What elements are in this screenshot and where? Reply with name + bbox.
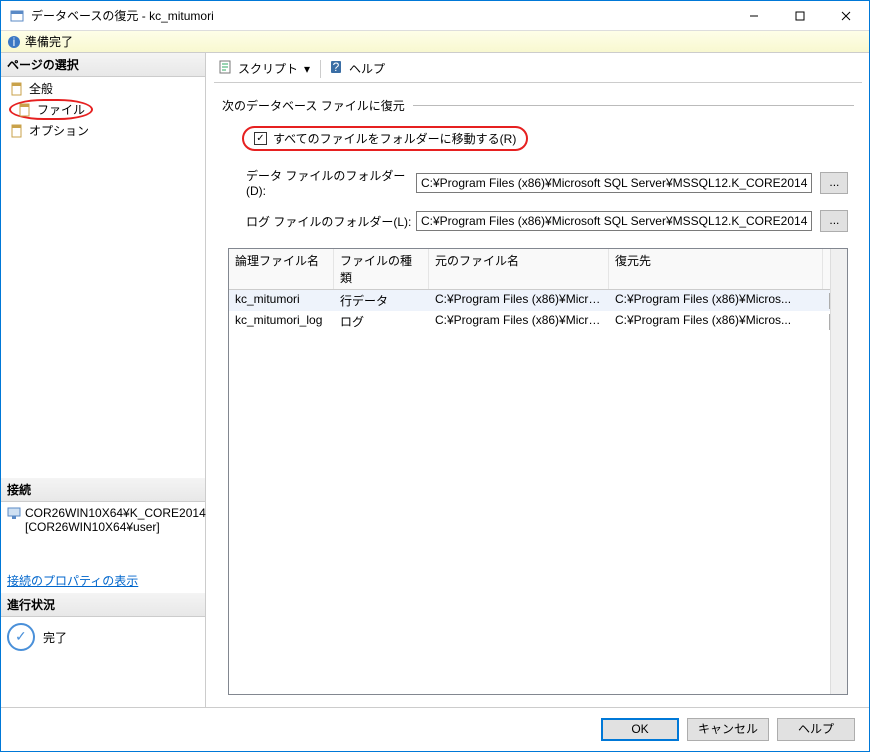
sidebar-item-label: 全般 [29,80,53,97]
sidebar-item-file[interactable]: ファイル [5,98,201,121]
window-title: データベースの復元 - kc_mitumori [31,7,731,24]
cell-type: ログ [334,311,429,332]
data-folder-browse-button[interactable]: ... [820,172,848,194]
content-pane: スクリプト ▾ ? ヘルプ 次のデータベース ファイルに復元 ✓ [206,53,870,707]
log-folder-row: ログ ファイルのフォルダー(L): C:¥Program Files (x86)… [246,210,848,232]
svg-text:i: i [13,35,16,49]
sidebar-item-label: ファイル [37,101,85,118]
chevron-down-icon: ▾ [304,62,310,76]
connection-info: COR26WIN10X64¥K_CORE2014 [COR26WIN10X64¥… [1,502,205,538]
page-select-header: ページの選択 [1,53,205,77]
page-icon [17,102,33,118]
connection-properties-link[interactable]: 接続のプロパティの表示 [1,568,205,593]
cell-logical: kc_mitumori_log [229,311,334,332]
highlight-oval: ファイル [9,99,93,120]
data-folder-label: データ ファイルのフォルダー(D): [246,167,416,198]
titlebar: データベースの復元 - kc_mitumori [1,1,869,31]
log-folder-browse-button[interactable]: ... [820,210,848,232]
sidebar: ページの選択 全般 ファイル オプション [1,53,206,707]
info-icon: i [7,35,21,49]
status-bar: i 準備完了 [1,31,869,53]
app-icon [9,8,25,24]
restore-files-title: 次のデータベース ファイルに復元 [222,97,405,114]
col-original[interactable]: 元のファイル名 [429,249,609,289]
col-restore-as[interactable]: 復元先 [609,249,823,289]
window: データベースの復元 - kc_mitumori i 準備完了 ページの選択 全般 [0,0,870,752]
grid-header: 論理ファイル名 ファイルの種類 元のファイル名 復元先 [229,249,847,290]
minimize-button[interactable] [731,1,777,30]
script-label: スクリプト [238,60,298,77]
cancel-button[interactable]: キャンセル [687,718,769,741]
toolbar: スクリプト ▾ ? ヘルプ [214,57,862,83]
grid-body: kc_mitumori 行データ C:¥Program Files (x86)¥… [229,290,847,694]
connection-server: COR26WIN10X64¥K_CORE2014 [25,506,206,520]
script-dropdown[interactable]: スクリプト ▾ [214,57,314,80]
server-icon [7,506,21,523]
nav-list: 全般 ファイル オプション [1,77,205,142]
log-folder-label: ログ ファイルのフォルダー(L): [246,213,416,230]
status-text: 準備完了 [25,33,73,50]
dialog-buttons: OK キャンセル ヘルプ [1,707,869,751]
sidebar-item-general[interactable]: 全般 [5,79,201,98]
cell-original: C:¥Program Files (x86)¥Micros... [429,311,609,332]
cell-restore-as[interactable]: C:¥Program Files (x86)¥Micros... [609,290,823,311]
help-label: ヘルプ [349,60,385,77]
restore-files-group: 次のデータベース ファイルに復元 [222,97,854,114]
svg-text:?: ? [333,60,340,74]
col-type[interactable]: ファイルの種類 [334,249,429,289]
data-folder-input[interactable]: C:¥Program Files (x86)¥Microsoft SQL Ser… [416,173,812,193]
sidebar-item-options[interactable]: オプション [5,121,201,140]
progress-body: 完了 [1,617,205,657]
move-all-checkbox[interactable]: ✓ [254,132,267,145]
vertical-scrollbar[interactable] [830,249,847,694]
cell-type: 行データ [334,290,429,311]
divider [413,105,855,106]
progress-header: 進行状況 [1,593,205,617]
help-button[interactable]: ヘルプ [777,718,855,741]
log-folder-input[interactable]: C:¥Program Files (x86)¥Microsoft SQL Ser… [416,211,812,231]
move-all-label: すべてのファイルをフォルダーに移動する(R) [273,130,516,147]
maximize-button[interactable] [777,1,823,30]
connection-header: 接続 [1,478,205,502]
page-icon [9,81,25,97]
connection-user: [COR26WIN10X64¥user] [25,520,206,534]
toolbar-separator [320,60,321,78]
data-folder-row: データ ファイルのフォルダー(D): C:¥Program Files (x86… [246,167,848,198]
ok-button[interactable]: OK [601,718,679,741]
script-icon [218,59,234,78]
close-button[interactable] [823,1,869,30]
progress-text: 完了 [43,629,67,646]
table-row[interactable]: kc_mitumori_log ログ C:¥Program Files (x86… [229,311,847,332]
col-logical[interactable]: 論理ファイル名 [229,249,334,289]
help-icon: ? [329,59,345,78]
sidebar-item-label: オプション [29,122,89,139]
cell-restore-as[interactable]: C:¥Program Files (x86)¥Micros... [609,311,823,332]
cell-original: C:¥Program Files (x86)¥Micros... [429,290,609,311]
table-row[interactable]: kc_mitumori 行データ C:¥Program Files (x86)¥… [229,290,847,311]
files-grid: 論理ファイル名 ファイルの種類 元のファイル名 復元先 kc_mitumori … [228,248,848,695]
page-icon [9,123,25,139]
progress-ring-icon [7,623,35,651]
highlight-pill: ✓ すべてのファイルをフォルダーに移動する(R) [242,126,528,151]
cell-logical: kc_mitumori [229,290,334,311]
help-button[interactable]: ? ヘルプ [325,57,389,80]
